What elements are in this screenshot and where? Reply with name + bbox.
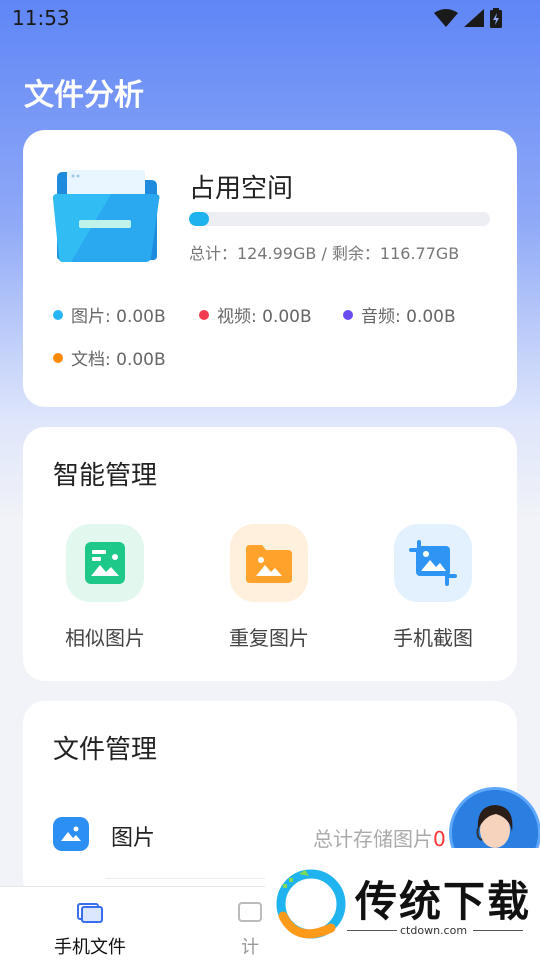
legend-documents: 文档: 0.00B bbox=[53, 345, 166, 370]
file-section-title: 文件管理 bbox=[53, 735, 158, 765]
screenshot-icon bbox=[394, 524, 472, 602]
watermark-text: 传统下载 bbox=[355, 877, 532, 926]
status-icons bbox=[434, 8, 502, 28]
storage-progress-fill bbox=[189, 212, 209, 226]
legend-label: 视频: 0.00B bbox=[217, 307, 312, 327]
file-row-label: 图片 bbox=[111, 826, 156, 851]
status-time: 11:53 bbox=[12, 6, 70, 30]
legend-images: 图片: 0.00B bbox=[53, 302, 166, 327]
wifi-icon bbox=[434, 9, 458, 27]
legend-dot bbox=[53, 352, 63, 363]
duplicate-image-icon bbox=[230, 524, 308, 602]
storage-card: 占用空间 总计：124.99GB / 剩余：116.77GB 图片: 0.00B… bbox=[23, 130, 517, 407]
watermark-divider bbox=[473, 930, 523, 931]
nav-tab-phone-files[interactable]: 手机文件 bbox=[30, 901, 150, 959]
legend-label: 文档: 0.00B bbox=[71, 350, 166, 370]
files-tab-icon bbox=[77, 903, 103, 923]
legend-label: 图片: 0.00B bbox=[71, 307, 166, 327]
smart-section-title: 智能管理 bbox=[53, 461, 158, 491]
stats-tab-icon bbox=[238, 902, 262, 922]
similar-image-icon bbox=[66, 524, 144, 602]
storage-progress-bar bbox=[189, 212, 490, 226]
legend-dot bbox=[343, 309, 353, 320]
folder-icon bbox=[53, 170, 160, 262]
image-file-icon bbox=[53, 817, 89, 851]
tool-label: 重复图片 bbox=[229, 626, 309, 650]
smart-management-card: 智能管理 相似图片 重复图片 手机截图 bbox=[23, 427, 517, 681]
watermark-divider bbox=[347, 930, 397, 931]
storage-title: 占用空间 bbox=[189, 174, 294, 204]
battery-icon bbox=[490, 8, 502, 28]
tool-label: 相似图片 bbox=[65, 626, 145, 650]
legend-audio: 音频: 0.00B bbox=[343, 302, 456, 327]
watermark-url: ctdown.com bbox=[400, 924, 468, 937]
duplicate-images-button[interactable]: 重复图片 bbox=[209, 524, 329, 651]
cellular-signal-icon bbox=[464, 9, 484, 27]
page-title: 文件分析 bbox=[24, 78, 144, 113]
status-bar: 11:53 bbox=[0, 0, 540, 36]
watermark-logo: 传统下载 ctdown.com bbox=[265, 848, 540, 960]
legend-dot bbox=[53, 309, 63, 320]
similar-images-button[interactable]: 相似图片 bbox=[45, 524, 165, 651]
watermark-logo-icon bbox=[276, 869, 346, 939]
screenshots-button[interactable]: 手机截图 bbox=[373, 524, 493, 651]
tool-label: 手机截图 bbox=[393, 626, 473, 650]
storage-summary: 总计：124.99GB / 剩余：116.77GB bbox=[189, 244, 460, 263]
legend-dot bbox=[199, 309, 209, 320]
legend-label: 音频: 0.00B bbox=[361, 307, 456, 327]
nav-label: 手机文件 bbox=[54, 937, 126, 958]
legend-videos: 视频: 0.00B bbox=[199, 302, 312, 327]
